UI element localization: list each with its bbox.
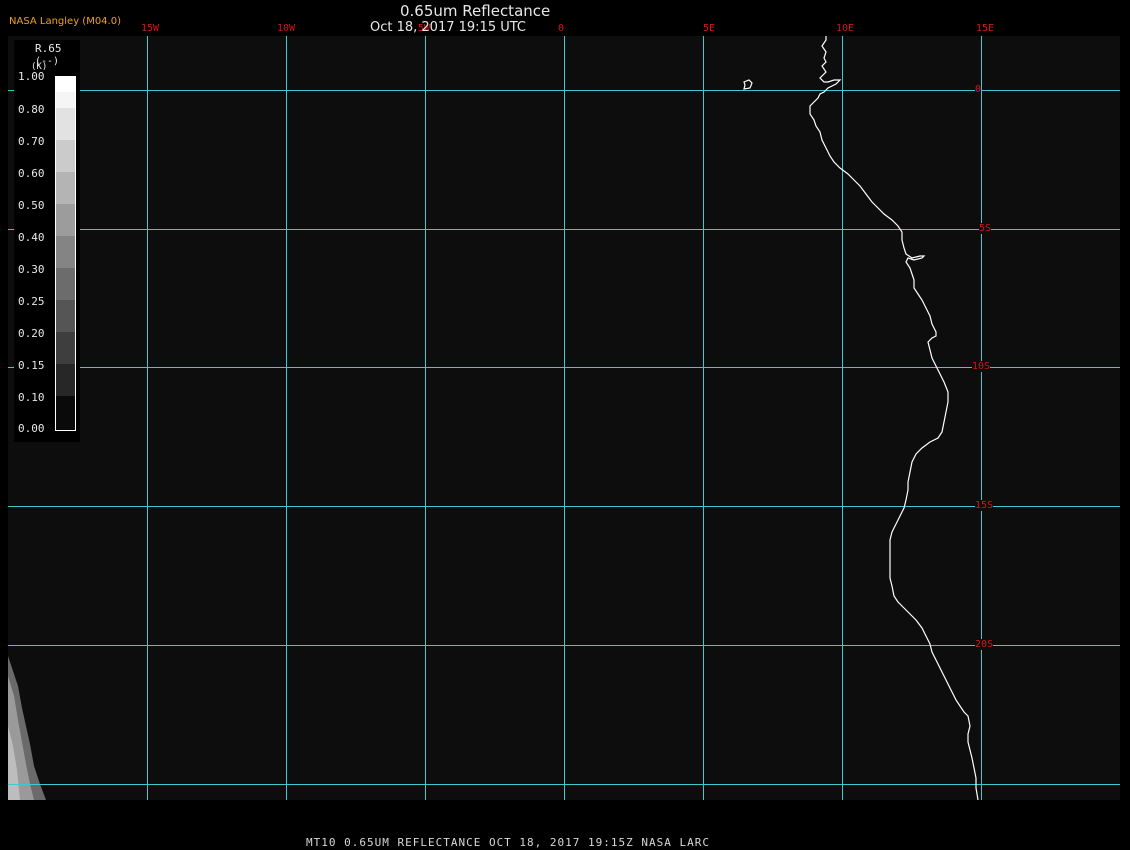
legend-tick: 0.15	[18, 359, 45, 372]
lat-label-20s: 20S	[975, 639, 994, 650]
legend-tick: 0.25	[18, 295, 45, 308]
brand-label: NASA Langley (M04.0)	[9, 16, 121, 27]
bioko-island-outline	[743, 79, 753, 90]
legend-tick: 0.00	[18, 422, 45, 435]
legend-tick: 1.00	[18, 70, 45, 83]
lon-label-15w: 15W	[141, 23, 160, 34]
coastline	[743, 36, 979, 800]
lon-label-5e: 5E	[703, 23, 716, 34]
footer-caption: MT10 0.65UM REFLECTANCE OCT 18, 2017 19:…	[306, 836, 710, 849]
lat-label-10s: 10S	[972, 361, 991, 372]
lon-grid-lines	[147, 36, 982, 800]
lon-label-15e: 15E	[976, 23, 995, 34]
page-subtitle: Oct 18, 2017 19:15 UTC	[370, 20, 526, 35]
legend-tick: 0.60	[18, 167, 45, 180]
color-legend: R.65 (--) (K) 1.00 0.80 0.70 0.60 0.50 0…	[14, 40, 80, 442]
legend-title: R.65	[35, 42, 62, 55]
lon-label-10w: 10W	[277, 23, 296, 34]
legend-tick: 0.20	[18, 327, 45, 340]
legend-tick: 0.50	[18, 199, 45, 212]
legend-tick: 0.70	[18, 135, 45, 148]
lon-label-0: 0	[558, 23, 565, 34]
map-frame	[8, 36, 1120, 800]
legend-tick: 0.10	[18, 391, 45, 404]
lon-label-10e: 10E	[836, 23, 855, 34]
legend-color-bar	[55, 76, 76, 431]
legend-tick: 0.40	[18, 231, 45, 244]
lat-label-5s: 5S	[979, 223, 992, 234]
satellite-swath	[8, 656, 46, 800]
legend-tick: 0.80	[18, 103, 45, 116]
lat-label-15s: 15S	[975, 500, 994, 511]
page-title: 0.65um Reflectance	[400, 2, 551, 20]
map-canvas	[8, 36, 1120, 800]
lat-label-0: 0	[975, 84, 982, 95]
coastline-west-africa	[809, 36, 979, 800]
legend-tick: 0.30	[18, 263, 45, 276]
